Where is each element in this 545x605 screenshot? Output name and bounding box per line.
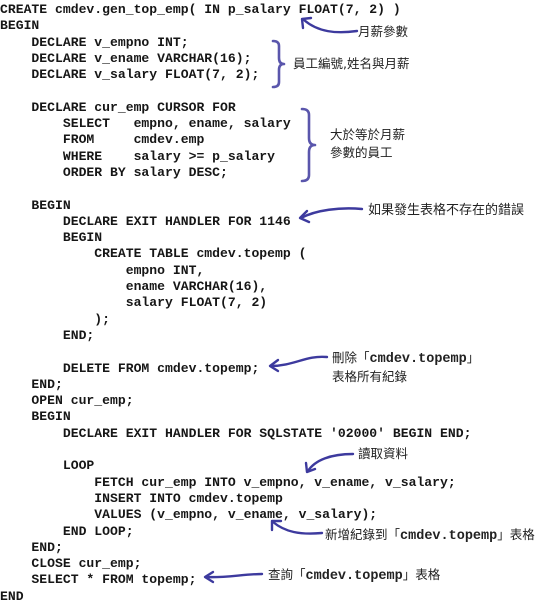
note-delete-table: cmdev.topemp (369, 352, 467, 367)
code-line: WHERE salary >= p_salary (0, 148, 276, 164)
note-delete-line2: 表格所有紀錄 (332, 369, 408, 384)
code-line: FETCH cur_emp INTO v_empno, v_ename, v_s… (0, 474, 456, 490)
code-line: ORDER BY salary DESC; (0, 164, 228, 180)
code-line: INSERT INTO cmdev.topemp (0, 490, 283, 506)
note-delete: 刪除「cmdev.topemp」 (332, 349, 479, 369)
note-salary-param: 月薪參數 (358, 24, 409, 39)
note-insert-suffix: 」表格 (497, 527, 535, 542)
code-line: ename VARCHAR(16), (0, 279, 268, 295)
note-delete-suffix: 」 (466, 350, 480, 365)
note-declare-vars: 員工編號,姓名與月薪 (293, 56, 410, 71)
note-select-prefix: 查詢「 (268, 567, 306, 582)
code-line: DECLARE cur_emp CURSOR FOR (0, 99, 236, 115)
code-line: empno INT, (0, 262, 205, 278)
note-cursor-line2: 參數的員工 (330, 145, 393, 160)
note-select-table: cmdev.topemp (305, 569, 403, 584)
code-line: CREATE TABLE cmdev.topemp ( (0, 246, 307, 262)
code-line: salary FLOAT(7, 2) (0, 295, 268, 311)
code-line: BEGIN (0, 230, 103, 246)
code-line: END (0, 588, 24, 604)
note-insert-table: cmdev.topemp (400, 529, 498, 544)
note-table-missing: 如果發生表格不存在的錯誤 (368, 203, 525, 218)
note-delete-prefix: 刪除「 (332, 350, 370, 365)
note-fetch: 讀取資料 (358, 446, 409, 461)
code-line: OPEN cur_emp; (0, 393, 134, 409)
code-line: VALUES (v_empno, v_ename, v_salary); (0, 507, 378, 523)
sql-code-listing: CREATE cmdev.gen_top_emp( IN p_salary FL… (0, 2, 471, 605)
code-line: BEGIN (0, 409, 71, 425)
note-select-suffix: 」表格 (402, 567, 441, 582)
note-select: 查詢「cmdev.topemp」表格 (268, 566, 440, 586)
note-insert: 新增紀錄到「cmdev.topemp」表格 (325, 526, 535, 546)
note-insert-prefix: 新增紀錄到「 (325, 527, 401, 542)
code-line: CREATE cmdev.gen_top_emp( IN p_salary FL… (0, 2, 401, 17)
note-cursor-line1: 大於等於月薪 (330, 127, 406, 142)
code-line: END; (0, 327, 95, 343)
code-line: ); (0, 311, 111, 327)
code-line: DECLARE EXIT HANDLER FOR SQLSTATE '02000… (0, 425, 472, 441)
